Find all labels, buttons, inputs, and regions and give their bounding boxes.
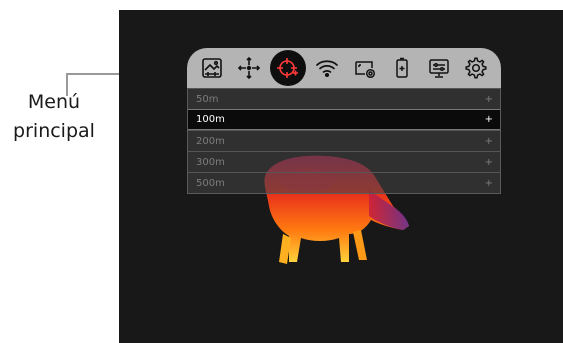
add-icon[interactable]: + bbox=[485, 136, 493, 147]
distance-row-500m[interactable]: 500m + bbox=[188, 172, 500, 193]
distance-row-50m[interactable]: 50m + bbox=[188, 88, 500, 109]
gear-icon[interactable] bbox=[460, 52, 492, 84]
reticle-icon[interactable] bbox=[270, 50, 307, 86]
display-settings-icon[interactable] bbox=[423, 52, 455, 84]
distance-row-100m[interactable]: 100m + bbox=[188, 109, 500, 130]
add-icon[interactable]: + bbox=[485, 178, 493, 189]
main-menu-callout: Menú principal bbox=[0, 88, 108, 146]
crosshair-move-icon[interactable] bbox=[233, 52, 265, 84]
main-menu-bar bbox=[187, 48, 501, 88]
add-icon[interactable]: + bbox=[485, 157, 493, 168]
callout-leader-vertical bbox=[66, 74, 68, 96]
distance-label: 200m bbox=[196, 135, 225, 147]
distance-label: 100m bbox=[196, 114, 225, 125]
add-icon[interactable]: + bbox=[485, 94, 493, 105]
wifi-icon[interactable] bbox=[311, 52, 343, 84]
battery-icon[interactable] bbox=[386, 52, 418, 84]
image-settings-icon[interactable] bbox=[196, 52, 228, 84]
thermal-screen: 50m + 100m + 200m + 300m + 500m + bbox=[119, 10, 563, 343]
distance-row-300m[interactable]: 300m + bbox=[188, 151, 500, 172]
add-icon[interactable]: + bbox=[485, 114, 493, 125]
zeroing-distance-list: 50m + 100m + 200m + 300m + 500m + bbox=[187, 88, 501, 194]
distance-label: 300m bbox=[196, 156, 225, 168]
callout-line-2: principal bbox=[13, 120, 95, 142]
video-record-icon[interactable] bbox=[349, 52, 381, 84]
callout-line-1: Menú bbox=[27, 91, 81, 113]
distance-label: 500m bbox=[196, 177, 225, 189]
distance-label: 50m bbox=[196, 93, 219, 105]
distance-row-200m[interactable]: 200m + bbox=[188, 130, 500, 151]
